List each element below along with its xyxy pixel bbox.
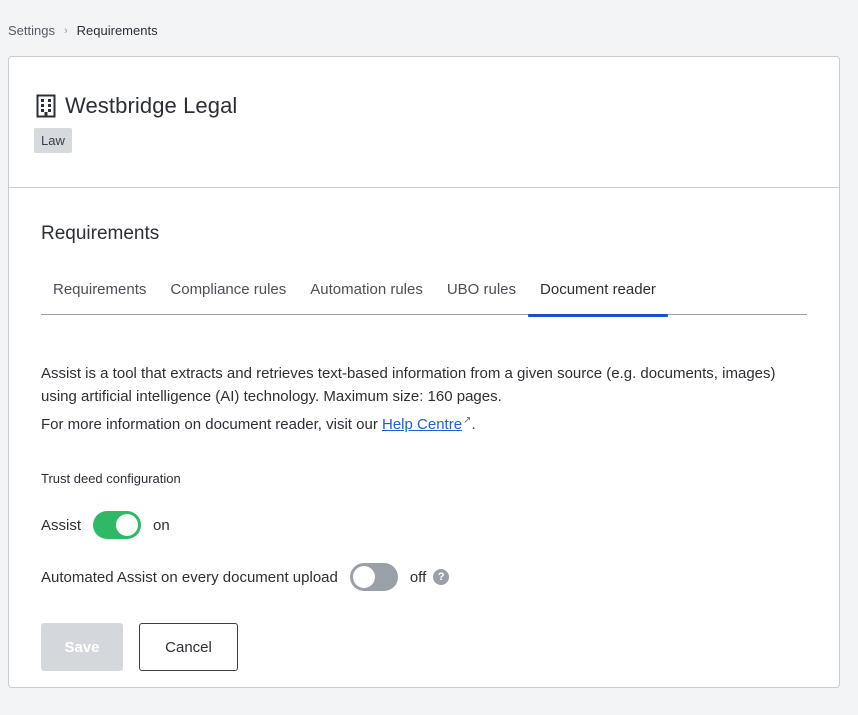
tab-bar: Requirements Compliance rules Automation… xyxy=(41,271,807,317)
section-title: Requirements xyxy=(41,223,160,244)
auto-assist-state: off xyxy=(409,568,427,586)
org-title-row: Westbridge Legal xyxy=(35,93,237,119)
breadcrumb: Settings › Requirements xyxy=(8,23,158,38)
building-icon xyxy=(35,94,57,118)
save-button[interactable]: Save xyxy=(41,623,123,671)
auto-assist-label: Automated Assist on every document uploa… xyxy=(41,568,338,586)
card-header: Westbridge Legal Law xyxy=(9,57,839,188)
org-name: Westbridge Legal xyxy=(65,93,238,118)
assist-description: Assist is a tool that extracts and retri… xyxy=(41,365,776,405)
assist-row: Assist on xyxy=(41,511,170,539)
tab-compliance-rules[interactable]: Compliance rules xyxy=(158,271,298,315)
industry-tag: Law xyxy=(34,128,72,153)
assist-label: Assist xyxy=(41,516,82,534)
assist-state: on xyxy=(153,516,170,534)
breadcrumb-settings-link[interactable]: Settings xyxy=(8,23,55,38)
cancel-button[interactable]: Cancel xyxy=(139,623,238,671)
help-icon[interactable]: ? xyxy=(433,569,450,585)
tab-automation-rules[interactable]: Automation rules xyxy=(298,271,435,315)
auto-assist-row: Automated Assist on every document uploa… xyxy=(41,563,450,591)
more-info-prefix: For more information on document reader,… xyxy=(41,416,382,433)
help-centre-link[interactable]: Help Centre xyxy=(382,416,462,433)
breadcrumb-current: Requirements xyxy=(76,23,158,38)
toggle-knob xyxy=(116,514,139,536)
tab-document-reader[interactable]: Document reader xyxy=(528,271,668,317)
tab-requirements[interactable]: Requirements xyxy=(41,271,158,315)
more-info-text: For more information on document reader,… xyxy=(41,415,476,433)
toggle-knob xyxy=(352,566,375,588)
assist-toggle[interactable] xyxy=(93,511,142,539)
tab-ubo-rules[interactable]: UBO rules xyxy=(435,271,528,315)
auto-assist-toggle[interactable] xyxy=(349,563,398,591)
chevron-right-icon: › xyxy=(63,24,68,37)
settings-card: Westbridge Legal Law Requirements Requir… xyxy=(8,56,840,688)
more-info-suffix: . xyxy=(471,416,476,433)
config-title: Trust deed configuration xyxy=(41,471,181,486)
